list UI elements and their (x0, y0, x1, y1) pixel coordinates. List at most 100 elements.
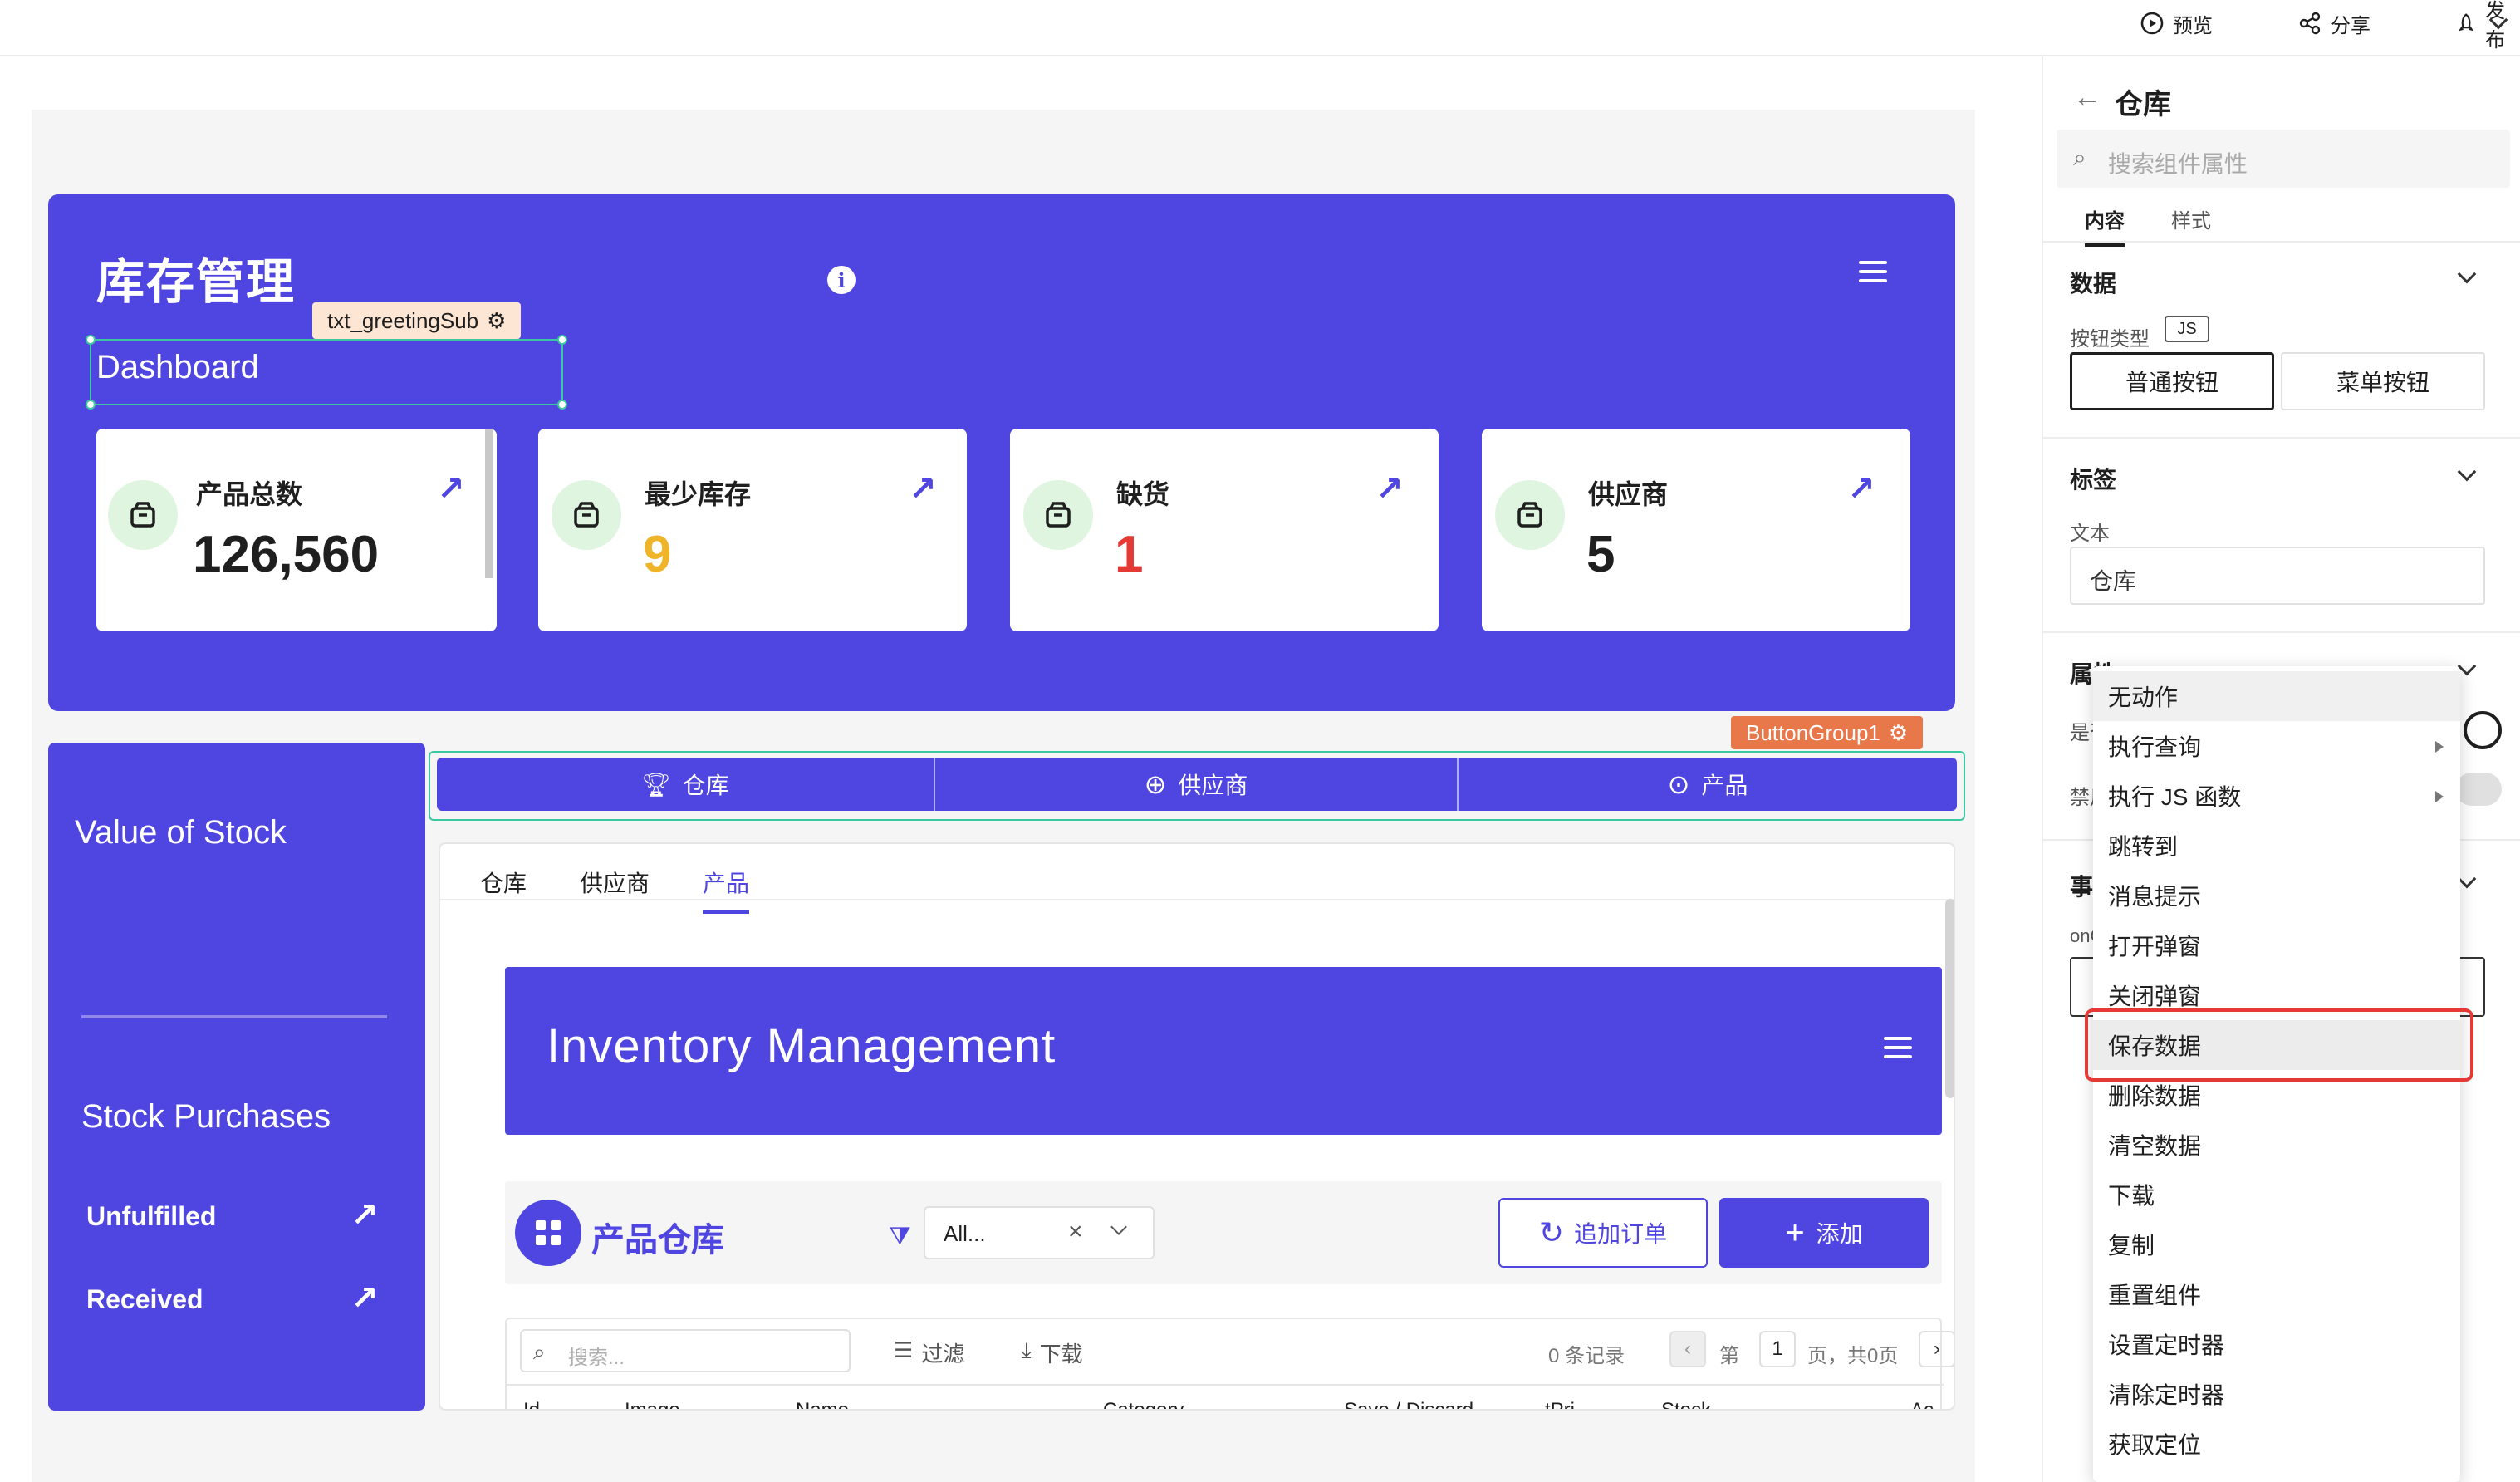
column-header[interactable]: Save / Discard (1344, 1399, 1473, 1409)
menu-icon[interactable] (1859, 261, 1887, 282)
page-suffix: 页，共0页 (1807, 1345, 1899, 1367)
share-label: 分享 (2331, 14, 2370, 37)
stat-label: 产品总数 (196, 479, 303, 509)
panel-title: 仓库 (2115, 89, 2171, 120)
table-download-button[interactable]: ⤓ 下载 (1022, 1337, 1083, 1368)
filter-select[interactable]: All... × (924, 1206, 1155, 1259)
menu-button-option[interactable]: 菜单按钮 (2281, 352, 2485, 410)
label-section-title[interactable]: 标签 (2070, 462, 2116, 495)
menu-item-clear-data[interactable]: 清空数据 (2093, 1120, 2460, 1170)
button-type-label: 按钮类型 (2070, 328, 2150, 351)
tabs-divider (2043, 241, 2520, 243)
search-placeholder: 搜索... (568, 1347, 625, 1369)
menu-item-run-js[interactable]: 执行 JS 函数 (2093, 771, 2460, 821)
menu-item-label: 关闭弹窗 (2108, 984, 2202, 1009)
arrow-up-right-icon[interactable]: ↗ (1847, 470, 1875, 508)
stock-purchases-label: Stock Purchases (81, 1098, 331, 1135)
arrow-up-right-icon[interactable]: ↗ (1375, 470, 1404, 508)
menu-item-label: 打开弹窗 (2108, 934, 2202, 959)
menu-item-open-modal[interactable]: 打开弹窗 (2093, 920, 2460, 970)
column-header[interactable]: Id (523, 1399, 540, 1409)
menu-item-label: 设置定时器 (2108, 1332, 2225, 1358)
add-button[interactable]: + 添加 (1719, 1198, 1929, 1268)
table-filter-button[interactable]: ☰ 过滤 (894, 1337, 964, 1368)
data-section-title[interactable]: 数据 (2070, 266, 2116, 299)
settings-gear-icon: ⚙ (487, 307, 507, 333)
menu-item-no-action[interactable]: 无动作 (2093, 671, 2460, 721)
highlight-annotation-box (2085, 1008, 2473, 1082)
menu-item-label: 下载 (2108, 1183, 2155, 1209)
column-header[interactable]: Name (796, 1399, 849, 1409)
menu-item-run-query[interactable]: 执行查询 (2093, 721, 2460, 771)
menu-icon[interactable] (1884, 1037, 1912, 1058)
arrow-up-right-icon[interactable]: ↗ (909, 470, 937, 508)
search-icon: ⌕ (2073, 145, 2086, 170)
back-arrow-icon[interactable]: ← (2073, 81, 2101, 114)
arrow-up-right-icon[interactable]: ↗ (437, 470, 465, 508)
arrow-up-right-icon[interactable]: ↗ (351, 1196, 379, 1234)
unfulfilled-label: Unfulfilled (86, 1201, 217, 1231)
tab-product[interactable]: 产品 (703, 852, 750, 914)
crosshair-icon: ⊙ (1667, 769, 1690, 799)
tab-style[interactable]: 样式 (2171, 204, 2211, 233)
content-scrollbar[interactable] (1945, 899, 1954, 1098)
share-button[interactable]: 分享 (2297, 8, 2370, 38)
menu-item-label: 复制 (2108, 1233, 2155, 1259)
preview-button[interactable]: 预览 (2140, 8, 2213, 38)
filter-icon[interactable]: ⧩ (889, 1223, 911, 1251)
text-field-input[interactable]: 仓库 (2070, 547, 2485, 605)
page-input[interactable]: 1 (1759, 1331, 1796, 1367)
preview-label: 预览 (2173, 14, 2213, 37)
column-header[interactable]: Image (625, 1399, 680, 1409)
append-order-button[interactable]: ↻ 追加订单 (1498, 1198, 1708, 1268)
add-label: 添加 (1816, 1221, 1863, 1247)
text-field-value: 仓库 (2090, 568, 2137, 594)
column-header[interactable]: Ac (1910, 1399, 1934, 1409)
publish-button[interactable]: 发布 (2455, 0, 2520, 52)
menu-item-set-timer[interactable]: 设置定时器 (2093, 1319, 2460, 1369)
visible-toggle[interactable] (2464, 711, 2502, 749)
property-search-input[interactable]: ⌕ 搜索组件属性 (2057, 130, 2510, 188)
menu-item-message[interactable]: 消息提示 (2093, 871, 2460, 920)
selected-component-tag[interactable]: txt_greetingSub ⚙ (312, 302, 522, 339)
button-group: 🏆︎ 仓库 ⊕ 供应商 ⊙ 产品 (437, 758, 1957, 811)
column-header[interactable]: Category (1103, 1399, 1184, 1409)
menu-item-label: 获取定位 (2108, 1432, 2202, 1458)
buttongroup-tag-label: ButtonGroup1 (1746, 719, 1880, 745)
menu-item-navigate[interactable]: 跳转到 (2093, 821, 2460, 871)
tab-warehouse[interactable]: 仓库 (480, 852, 527, 914)
clear-icon[interactable]: × (1068, 1218, 1083, 1246)
menu-item-reset-component[interactable]: 重置组件 (2093, 1269, 2460, 1319)
column-header[interactable]: tPri (1545, 1399, 1575, 1409)
table-search-input[interactable]: ⌕ 搜索... (520, 1329, 851, 1372)
page-prefix: 第 (1719, 1345, 1739, 1367)
arrow-up-right-icon[interactable]: ↗ (351, 1279, 379, 1318)
info-icon[interactable]: i (827, 266, 856, 294)
buttongroup-tag[interactable]: ButtonGroup1 ⚙ (1731, 716, 1924, 749)
disabled-toggle[interactable] (2455, 773, 2502, 806)
menu-item-label: 删除数据 (2108, 1083, 2202, 1109)
table-download-label: 下载 (1039, 1342, 1083, 1367)
card-scrollbar[interactable] (485, 429, 493, 578)
stat-value: 126,560 (193, 526, 380, 583)
section-title: 产品仓库 (591, 1222, 724, 1259)
stat-label: 最少库存 (645, 479, 752, 509)
grid-icon (515, 1200, 581, 1266)
menu-item-get-location[interactable]: 获取定位 (2093, 1419, 2460, 1469)
column-header[interactable]: Stock (1661, 1399, 1711, 1409)
tab-supplier[interactable]: 供应商 (580, 852, 650, 914)
warehouse-button[interactable]: 🏆︎ 仓库 (437, 758, 935, 811)
box-icon (108, 480, 178, 550)
js-toggle-badge[interactable]: JS (2165, 316, 2209, 342)
prev-page-button[interactable]: ‹ (1669, 1331, 1706, 1367)
stat-card-total-products: 产品总数 126,560 ↗ (96, 429, 497, 631)
next-page-button[interactable]: › (1919, 1331, 1954, 1367)
product-button[interactable]: ⊙ 产品 (1459, 758, 1957, 811)
menu-item-clear-timer[interactable]: 清除定时器 (2093, 1369, 2460, 1419)
supplier-button[interactable]: ⊕ 供应商 (935, 758, 1459, 811)
settings-gear-icon: ⚙ (1888, 719, 1909, 745)
chevron-down-icon[interactable] (1110, 1219, 1127, 1235)
menu-item-download[interactable]: 下载 (2093, 1170, 2460, 1219)
menu-item-copy[interactable]: 复制 (2093, 1219, 2460, 1269)
normal-button-option[interactable]: 普通按钮 (2070, 352, 2274, 410)
